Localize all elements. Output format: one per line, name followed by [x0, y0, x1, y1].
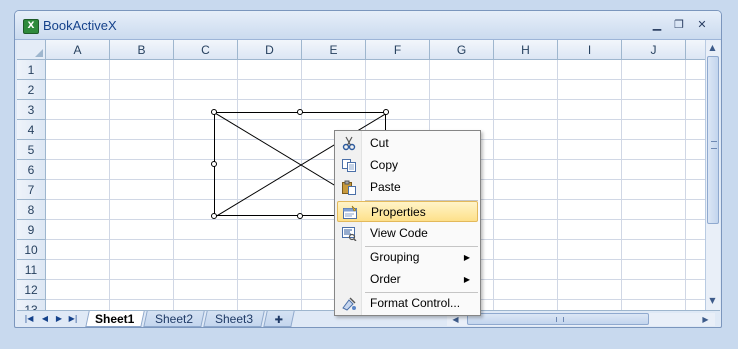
window-title: BookActiveX — [43, 18, 117, 33]
resize-handle-top-left[interactable] — [211, 109, 217, 115]
row-header-11[interactable]: 11 — [17, 260, 46, 280]
thumb-grip-icon — [711, 141, 717, 149]
row-header-6[interactable]: 6 — [17, 160, 46, 180]
row-header-2[interactable]: 2 — [17, 80, 46, 100]
scroll-up-icon[interactable]: ▲ — [706, 41, 719, 54]
row-header-10[interactable]: 10 — [17, 240, 46, 260]
format-control-icon — [342, 297, 356, 311]
tab-sheet1[interactable]: Sheet1 — [85, 311, 145, 327]
row-header-12[interactable]: 12 — [17, 280, 46, 300]
tab-sheet2[interactable]: Sheet2 — [143, 311, 205, 327]
tab-sheet3-label: Sheet3 — [214, 312, 254, 326]
row-header-5[interactable]: 5 — [17, 140, 46, 160]
copy-icon — [342, 159, 356, 172]
next-sheet-icon[interactable]: ▶ — [53, 313, 65, 325]
last-sheet-icon[interactable]: ▶| — [67, 313, 79, 325]
column-header-a[interactable]: A — [46, 40, 110, 60]
row-header-8[interactable]: 8 — [17, 200, 46, 220]
column-header-k[interactable] — [686, 40, 707, 60]
menu-item-view-code-label: View Code — [370, 226, 428, 240]
horizontal-scrollbar[interactable]: ◀ ▶ — [447, 313, 715, 326]
menu-item-cut-label: Cut — [370, 136, 389, 150]
submenu-arrow-icon: ▶ — [463, 253, 470, 262]
row-header-7[interactable]: 7 — [17, 180, 46, 200]
resize-handle-bottom[interactable] — [297, 213, 303, 219]
context-menu: Cut Copy Paste Properties View Code Grou… — [334, 130, 481, 316]
row-header-3[interactable]: 3 — [17, 100, 46, 120]
insert-sheet-icon: ✚ — [274, 315, 283, 326]
submenu-arrow-icon: ▶ — [463, 275, 470, 284]
menu-item-properties[interactable]: Properties — [337, 201, 478, 222]
select-all-button[interactable] — [17, 40, 46, 60]
column-header-c[interactable]: C — [174, 40, 238, 60]
column-header-g[interactable]: G — [430, 40, 494, 60]
scissors-icon — [342, 136, 356, 151]
menu-item-properties-label: Properties — [371, 205, 426, 219]
horizontal-scroll-thumb[interactable] — [467, 313, 649, 325]
vertical-scroll-thumb[interactable] — [707, 56, 719, 224]
menu-item-cut[interactable]: Cut — [337, 133, 478, 154]
insert-sheet-button[interactable]: ✚ — [263, 311, 295, 327]
column-header-f[interactable]: F — [366, 40, 430, 60]
menu-item-copy-label: Copy — [370, 158, 399, 172]
resize-handle-top-right[interactable] — [383, 109, 389, 115]
paste-icon — [342, 180, 356, 195]
menu-item-grouping[interactable]: Grouping ▶ — [337, 247, 478, 268]
column-header-j[interactable]: J — [622, 40, 686, 60]
tab-sheet2-label: Sheet2 — [154, 312, 194, 326]
scroll-down-icon[interactable]: ▼ — [706, 294, 719, 307]
vertical-scrollbar[interactable]: ▲ ▼ — [705, 40, 720, 310]
menu-item-paste[interactable]: Paste — [337, 177, 478, 198]
column-header-b[interactable]: B — [110, 40, 174, 60]
menu-item-format-control[interactable]: Format Control... — [337, 293, 478, 314]
view-code-icon — [342, 227, 357, 241]
column-header-e[interactable]: E — [302, 40, 366, 60]
menu-item-paste-label: Paste — [370, 180, 401, 194]
title-bar: X BookActiveX ▁ ❐ ✕ — [15, 11, 721, 40]
restore-icon[interactable]: ❐ — [671, 17, 687, 33]
column-header-h[interactable]: H — [494, 40, 558, 60]
minimize-icon[interactable]: ▁ — [649, 17, 665, 33]
prev-sheet-icon[interactable]: ◀ — [39, 313, 51, 325]
resize-handle-left[interactable] — [211, 161, 217, 167]
row-header-1[interactable]: 1 — [17, 60, 46, 80]
resize-handle-top[interactable] — [297, 109, 303, 115]
properties-icon — [343, 205, 357, 219]
hthumb-grip-icon — [556, 317, 564, 322]
menu-item-order[interactable]: Order ▶ — [337, 269, 478, 290]
excel-app-icon[interactable]: X — [23, 19, 39, 34]
column-header-i[interactable]: I — [558, 40, 622, 60]
row-header-4[interactable]: 4 — [17, 120, 46, 140]
menu-item-copy[interactable]: Copy — [337, 155, 478, 176]
menu-item-view-code[interactable]: View Code — [337, 223, 478, 244]
menu-item-format-control-label: Format Control... — [370, 296, 461, 310]
scroll-right-icon[interactable]: ▶ — [699, 313, 712, 326]
row-header-9[interactable]: 9 — [17, 220, 46, 240]
close-icon[interactable]: ✕ — [694, 17, 710, 33]
menu-item-order-label: Order — [370, 272, 401, 286]
column-header-d[interactable]: D — [238, 40, 302, 60]
resize-handle-bottom-left[interactable] — [211, 213, 217, 219]
tab-sheet3[interactable]: Sheet3 — [203, 311, 265, 327]
menu-item-grouping-label: Grouping — [370, 250, 420, 264]
first-sheet-icon[interactable]: |◀ — [23, 313, 35, 325]
row-header-13[interactable]: 13 — [17, 300, 46, 310]
tab-sheet1-label: Sheet1 — [95, 312, 135, 326]
